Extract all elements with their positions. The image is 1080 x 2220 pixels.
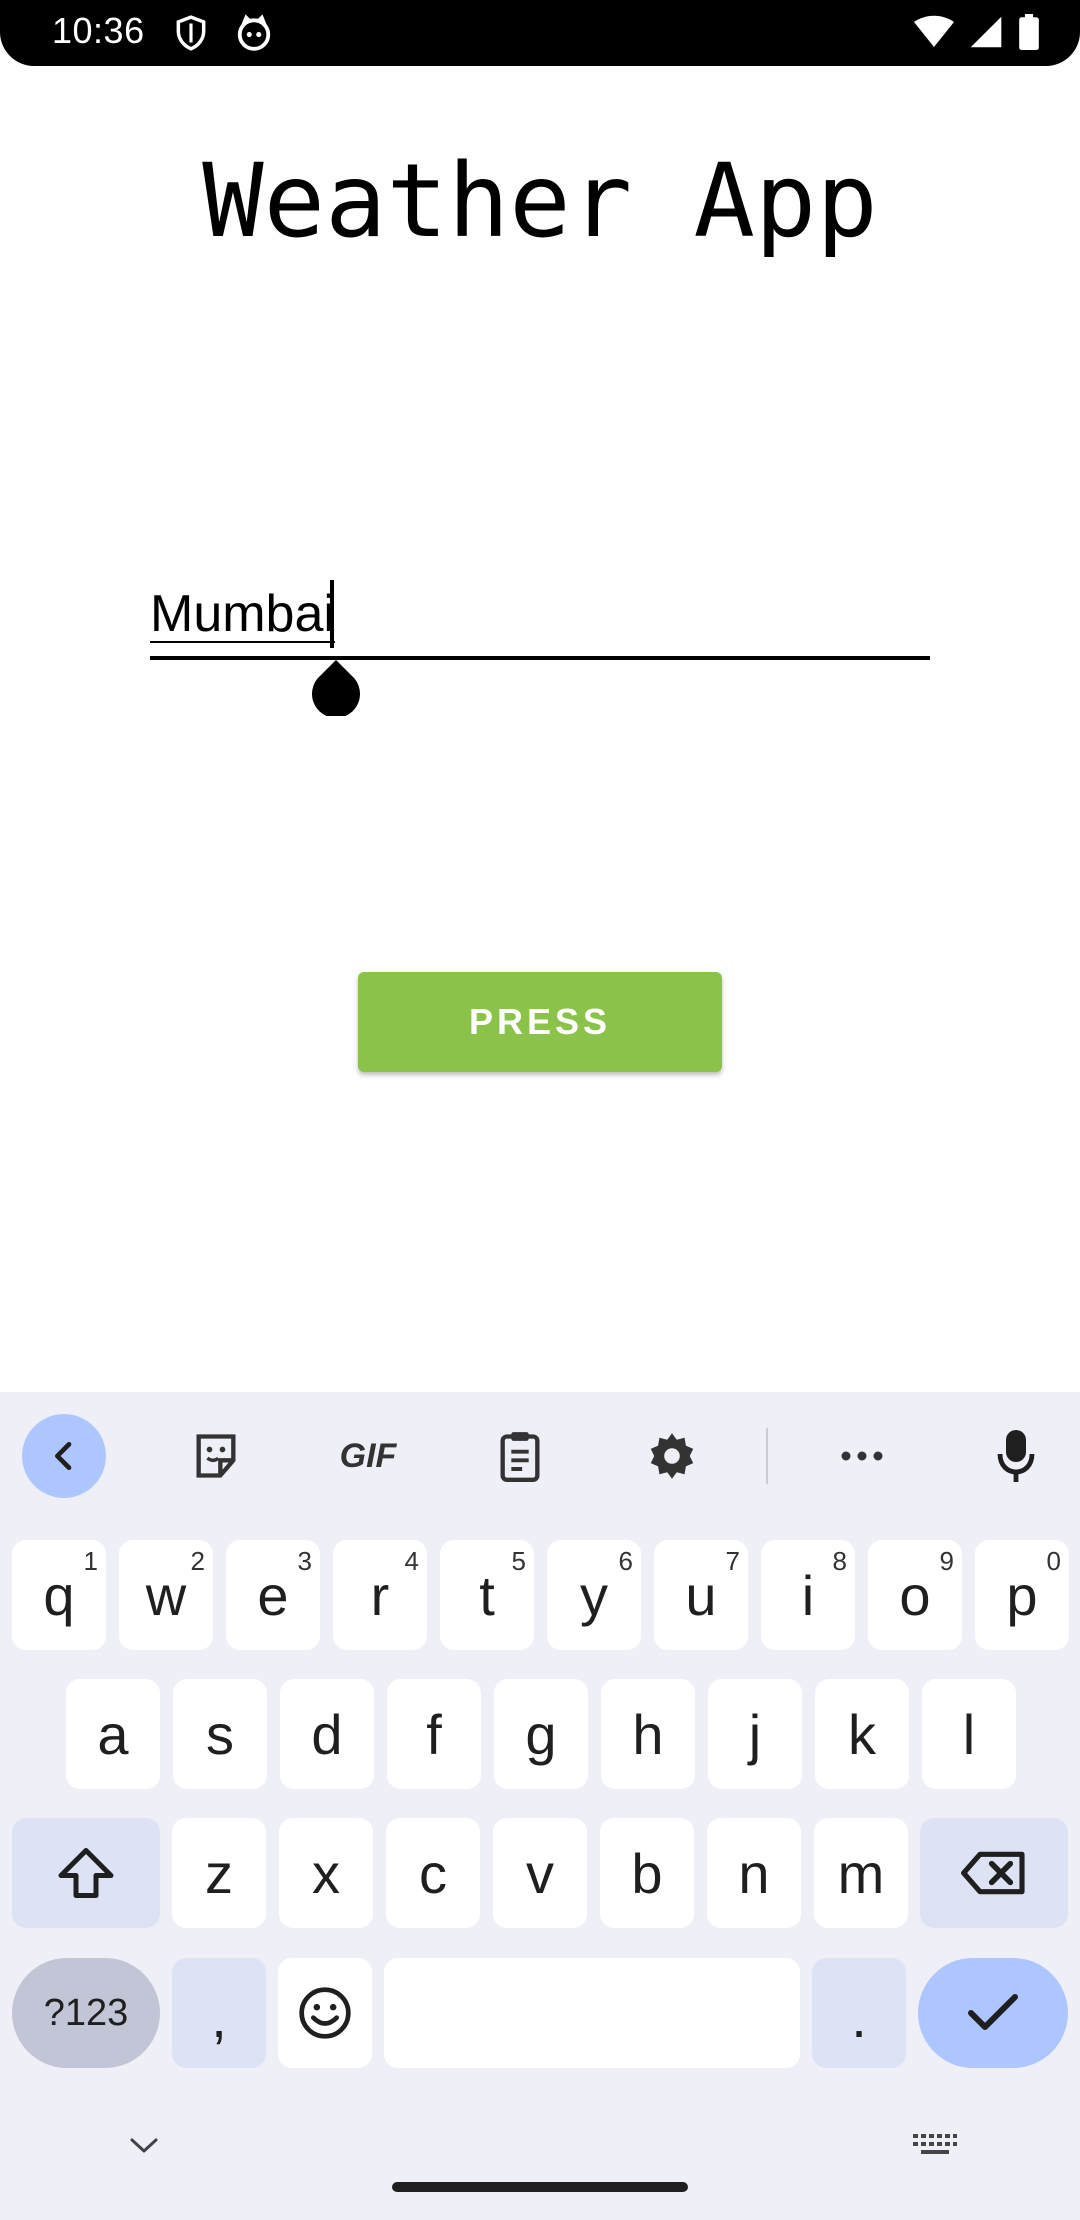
input-underline	[150, 656, 930, 660]
key-label: q	[43, 1563, 75, 1627]
key-r[interactable]: r4	[333, 1540, 427, 1650]
city-input[interactable]: Mumbai	[150, 560, 930, 716]
key-a[interactable]: a	[66, 1679, 160, 1789]
key-label: u	[685, 1563, 717, 1627]
key-label: p	[1006, 1563, 1038, 1627]
key-n[interactable]: n	[707, 1818, 801, 1928]
page-title: Weather App	[202, 142, 878, 261]
status-time: 10:36	[52, 10, 145, 51]
symbols-key[interactable]: ?123	[12, 1958, 160, 2068]
key-p[interactable]: p0	[975, 1540, 1069, 1650]
key-z[interactable]: z	[172, 1818, 266, 1928]
key-c[interactable]: c	[386, 1818, 480, 1928]
key-b[interactable]: b	[600, 1818, 694, 1928]
clipboard-icon[interactable]	[478, 1414, 562, 1498]
key-label: e	[257, 1563, 289, 1627]
key-label: o	[899, 1563, 931, 1627]
key-o[interactable]: o9	[868, 1540, 962, 1650]
key-number-hint: 1	[83, 1546, 98, 1576]
checkmark-icon	[968, 1994, 1018, 2030]
key-h[interactable]: h	[601, 1679, 695, 1789]
key-label: t	[479, 1563, 495, 1627]
key-u[interactable]: u7	[654, 1540, 748, 1650]
key-m[interactable]: m	[814, 1818, 908, 1928]
battery-icon	[1019, 14, 1039, 50]
key-s[interactable]: s	[173, 1679, 267, 1789]
gear-icon[interactable]	[630, 1414, 714, 1498]
back-icon[interactable]	[22, 1414, 106, 1498]
key-label: w	[145, 1563, 187, 1627]
backspace-icon	[961, 1851, 1025, 1895]
key-number-hint: 9	[939, 1546, 954, 1576]
chevron-down-icon[interactable]	[128, 2136, 160, 2156]
key-d[interactable]: d	[280, 1679, 374, 1789]
shift-key[interactable]	[12, 1818, 160, 1928]
keyboard-switch-icon[interactable]	[912, 2132, 958, 2162]
enter-key[interactable]	[918, 1958, 1068, 2068]
on-screen-keyboard: GIF ?123 , . q 1 w 2 e 3 r 4 t 5 y 6 u 7…	[0, 1392, 1080, 2220]
microphone-icon[interactable]	[974, 1414, 1058, 1498]
key-x[interactable]: x	[279, 1818, 373, 1928]
gesture-bar[interactable]	[392, 2182, 688, 2192]
space-key[interactable]	[384, 1958, 800, 2068]
wifi-icon	[914, 15, 954, 47]
sticker-icon[interactable]	[174, 1414, 258, 1498]
key-number-hint: 3	[297, 1546, 312, 1576]
more-icon[interactable]	[820, 1414, 904, 1498]
shift-icon	[58, 1848, 114, 1898]
shield-icon	[176, 15, 206, 51]
key-number-hint: 6	[618, 1546, 633, 1576]
key-label: r	[370, 1563, 390, 1627]
key-number-hint: 8	[832, 1546, 847, 1576]
toolbar-divider	[766, 1428, 768, 1484]
key-l[interactable]: l	[922, 1679, 1016, 1789]
key-number-hint: 7	[725, 1546, 740, 1576]
key-v[interactable]: v	[493, 1818, 587, 1928]
key-label: i	[801, 1563, 815, 1627]
key-label: y	[580, 1563, 608, 1627]
key-w[interactable]: w2	[119, 1540, 213, 1650]
key-y[interactable]: y6	[547, 1540, 641, 1650]
key-g[interactable]: g	[494, 1679, 588, 1789]
gif-icon[interactable]: GIF	[326, 1414, 410, 1498]
key-number-hint: 0	[1046, 1546, 1061, 1576]
key-number-hint: 4	[404, 1546, 419, 1576]
key-f[interactable]: f	[387, 1679, 481, 1789]
comma-key[interactable]: ,	[172, 1958, 266, 2068]
emoji-key[interactable]	[278, 1958, 372, 2068]
signal-icon	[970, 16, 1002, 48]
city-input-value[interactable]: Mumbai	[150, 584, 335, 644]
backspace-key[interactable]	[920, 1818, 1068, 1928]
key-e[interactable]: e3	[226, 1540, 320, 1650]
key-k[interactable]: k	[815, 1679, 909, 1789]
press-button[interactable]: PRESS	[358, 972, 722, 1072]
emoji-icon	[299, 1987, 351, 2039]
status-bar: 10:36	[0, 0, 1080, 66]
key-number-hint: 5	[511, 1546, 526, 1576]
text-cursor	[330, 580, 334, 648]
cat-icon	[237, 14, 271, 51]
keyboard-toolbar: GIF	[0, 1392, 1080, 1522]
gif-label: GIF	[339, 1436, 397, 1475]
key-q[interactable]: q1	[12, 1540, 106, 1650]
key-i[interactable]: i8	[761, 1540, 855, 1650]
period-key[interactable]: .	[812, 1958, 906, 2068]
key-j[interactable]: j	[708, 1679, 802, 1789]
key-number-hint: 2	[190, 1546, 205, 1576]
key-t[interactable]: t5	[440, 1540, 534, 1650]
cursor-handle[interactable]	[308, 660, 364, 716]
